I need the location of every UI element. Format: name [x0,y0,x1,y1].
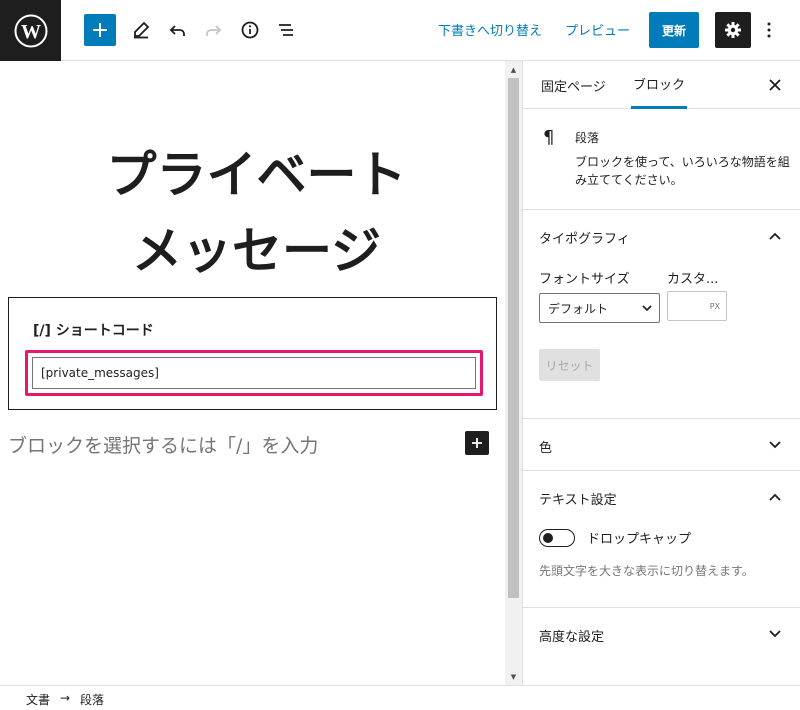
scroll-down-arrow-icon[interactable]: ▼ [505,668,522,685]
settings-sidebar: 固定ページ ブロック ¶ 段落 ブロックを使って、いろいろな物語を組み立ててくだ… [522,61,800,685]
chevron-down-icon[interactable] [767,437,783,453]
unit-label: PX [709,302,720,311]
drop-cap-toggle[interactable] [539,529,575,547]
undo-button[interactable] [162,14,194,46]
list-view-button[interactable] [270,14,302,46]
scroll-up-arrow-icon[interactable]: ▲ [505,61,522,78]
shortcode-block[interactable]: [/] ショートコード [8,297,497,410]
block-card-title: 段落 [575,131,600,145]
breadcrumb: 文書 → 段落 [0,685,800,710]
drop-cap-label: ドロップキャップ [587,532,692,547]
inline-add-block-button[interactable] [465,431,489,455]
chevron-up-icon[interactable] [767,228,783,244]
color-panel-toggle[interactable]: 色 [539,437,552,456]
text-settings-panel: テキスト設定 ドロップキャップ 先頭文字を大きな表示に切り替えます。 [523,471,800,608]
block-card: ¶ 段落 ブロックを使って、いろいろな物語を組み立ててください。 [523,109,800,210]
breadcrumb-separator: → [60,691,71,705]
custom-size-label: カスタ... [667,272,719,287]
reset-button[interactable]: リセット [539,349,600,381]
typography-panel-toggle[interactable]: タイポグラフィ [539,228,630,247]
canvas-scrollbar[interactable]: ▲ ▼ [505,61,522,685]
svg-text:W: W [21,21,41,43]
advanced-panel: 高度な設定 [523,608,800,660]
sidebar-tabs: 固定ページ ブロック [523,61,800,109]
close-icon [769,79,781,91]
block-card-description: ブロックを使って、いろいろな物語を組み立ててください。 [575,155,790,187]
shortcode-block-label: [/] ショートコード [33,323,154,339]
update-button[interactable]: 更新 [649,12,699,48]
pilcrow-icon: ¶ [543,127,555,148]
breadcrumb-paragraph[interactable]: 段落 [80,691,104,708]
block-appender-placeholder[interactable]: ブロックを選択するには「/」を入力 [8,431,318,458]
details-button[interactable] [234,14,266,46]
pencil-icon [134,21,150,39]
plus-icon [472,438,482,448]
switch-to-draft-link[interactable]: 下書きへ切り替え [438,20,542,39]
gear-icon [725,22,741,38]
shortcode-highlight-box [25,350,483,396]
editor-header: W 下書きへ切り替え プレビュー 更新 [0,0,800,61]
shortcode-input[interactable] [32,357,476,389]
redo-icon [206,25,222,36]
chevron-up-icon[interactable] [767,489,783,505]
text-settings-panel-toggle[interactable]: テキスト設定 [539,489,617,508]
undo-icon [169,25,185,36]
drop-cap-help: 先頭文字を大きな表示に切り替えます。 [539,564,754,578]
post-title-line-1: プライベート [106,147,407,203]
more-options-button[interactable] [757,14,781,46]
chevron-down-icon [642,305,652,312]
advanced-panel-toggle[interactable]: 高度な設定 [539,626,604,645]
more-vertical-icon [767,22,771,38]
list-view-icon [279,24,293,36]
plus-icon [93,23,107,37]
redo-button[interactable] [197,14,229,46]
close-sidebar-button[interactable] [763,73,787,97]
tab-block[interactable]: ブロック [631,61,688,109]
settings-button[interactable] [715,12,751,48]
toggle-knob [543,533,553,543]
wordpress-logo-icon[interactable]: W [0,0,61,61]
custom-size-input[interactable]: PX [667,291,727,321]
preview-link[interactable]: プレビュー [565,20,630,39]
breadcrumb-document[interactable]: 文書 [26,691,50,708]
color-panel: 色 [523,419,800,471]
add-block-button[interactable] [84,14,116,46]
editor-canvas: プライベート メッセージ [/] ショートコード ブロックを選択するには「/」を… [0,61,505,685]
font-size-label: フォントサイズ [539,272,630,287]
typography-panel: タイポグラフィ フォントサイズ カスタ... デフォルト PX リセット [523,210,800,419]
font-size-select[interactable]: デフォルト [539,293,660,323]
post-title[interactable]: プライベート メッセージ [8,137,505,289]
font-size-select-value: デフォルト [548,301,609,316]
info-icon [241,21,259,39]
tab-page[interactable]: 固定ページ [539,61,608,109]
scrollbar-thumb[interactable] [508,78,519,598]
post-title-line-2: メッセージ [132,223,381,279]
edit-tools-button[interactable] [125,14,157,46]
chevron-down-icon[interactable] [767,626,783,642]
